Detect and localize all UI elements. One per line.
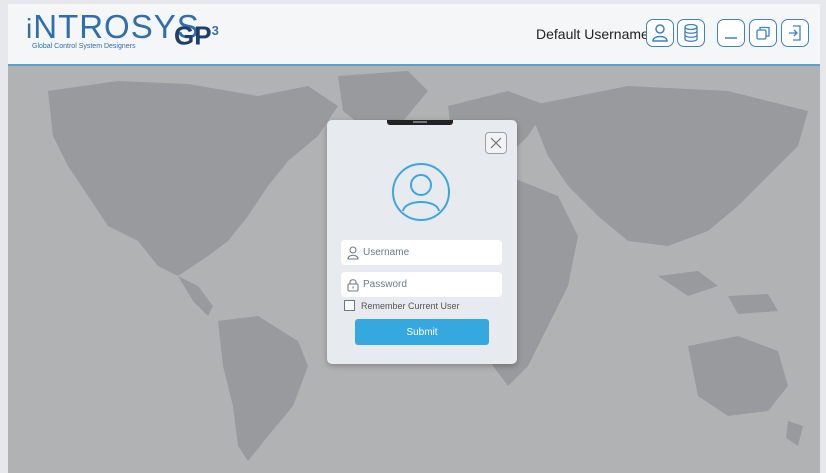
user-icon (347, 245, 359, 260)
remember-user-checkbox[interactable] (344, 300, 355, 311)
database-button[interactable] (677, 19, 705, 47)
username-field[interactable] (341, 240, 502, 265)
remember-user-row: Remember Current User (344, 300, 460, 311)
submit-button[interactable]: Submit (355, 319, 489, 345)
database-icon (684, 24, 698, 42)
password-field[interactable] (341, 272, 502, 297)
logo-tagline: Global Control System Designers (32, 43, 136, 50)
close-button[interactable] (485, 132, 507, 154)
restore-window-icon (756, 26, 770, 40)
user-button[interactable] (646, 19, 674, 47)
logout-button[interactable] (781, 19, 809, 47)
username-input[interactable] (363, 247, 493, 258)
minimize-button[interactable] (717, 19, 745, 47)
gp3-logo: GP3 (174, 20, 219, 51)
restore-button[interactable] (749, 19, 777, 47)
app-header: iNTROSYS Global Control System Designers… (8, 4, 820, 66)
login-dialog: Remember Current User Submit (327, 120, 517, 364)
lock-icon (347, 278, 359, 292)
avatar-icon (392, 163, 450, 221)
logout-icon (789, 25, 801, 41)
remember-user-label: Remember Current User (361, 300, 460, 311)
user-icon (652, 24, 668, 42)
username-label: Default Username (536, 26, 649, 42)
dialog-drag-handle[interactable] (387, 120, 453, 125)
close-icon (490, 137, 502, 149)
minimize-icon (725, 37, 737, 39)
app-window: iNTROSYS Global Control System Designers… (8, 4, 820, 473)
password-input[interactable] (363, 279, 493, 290)
